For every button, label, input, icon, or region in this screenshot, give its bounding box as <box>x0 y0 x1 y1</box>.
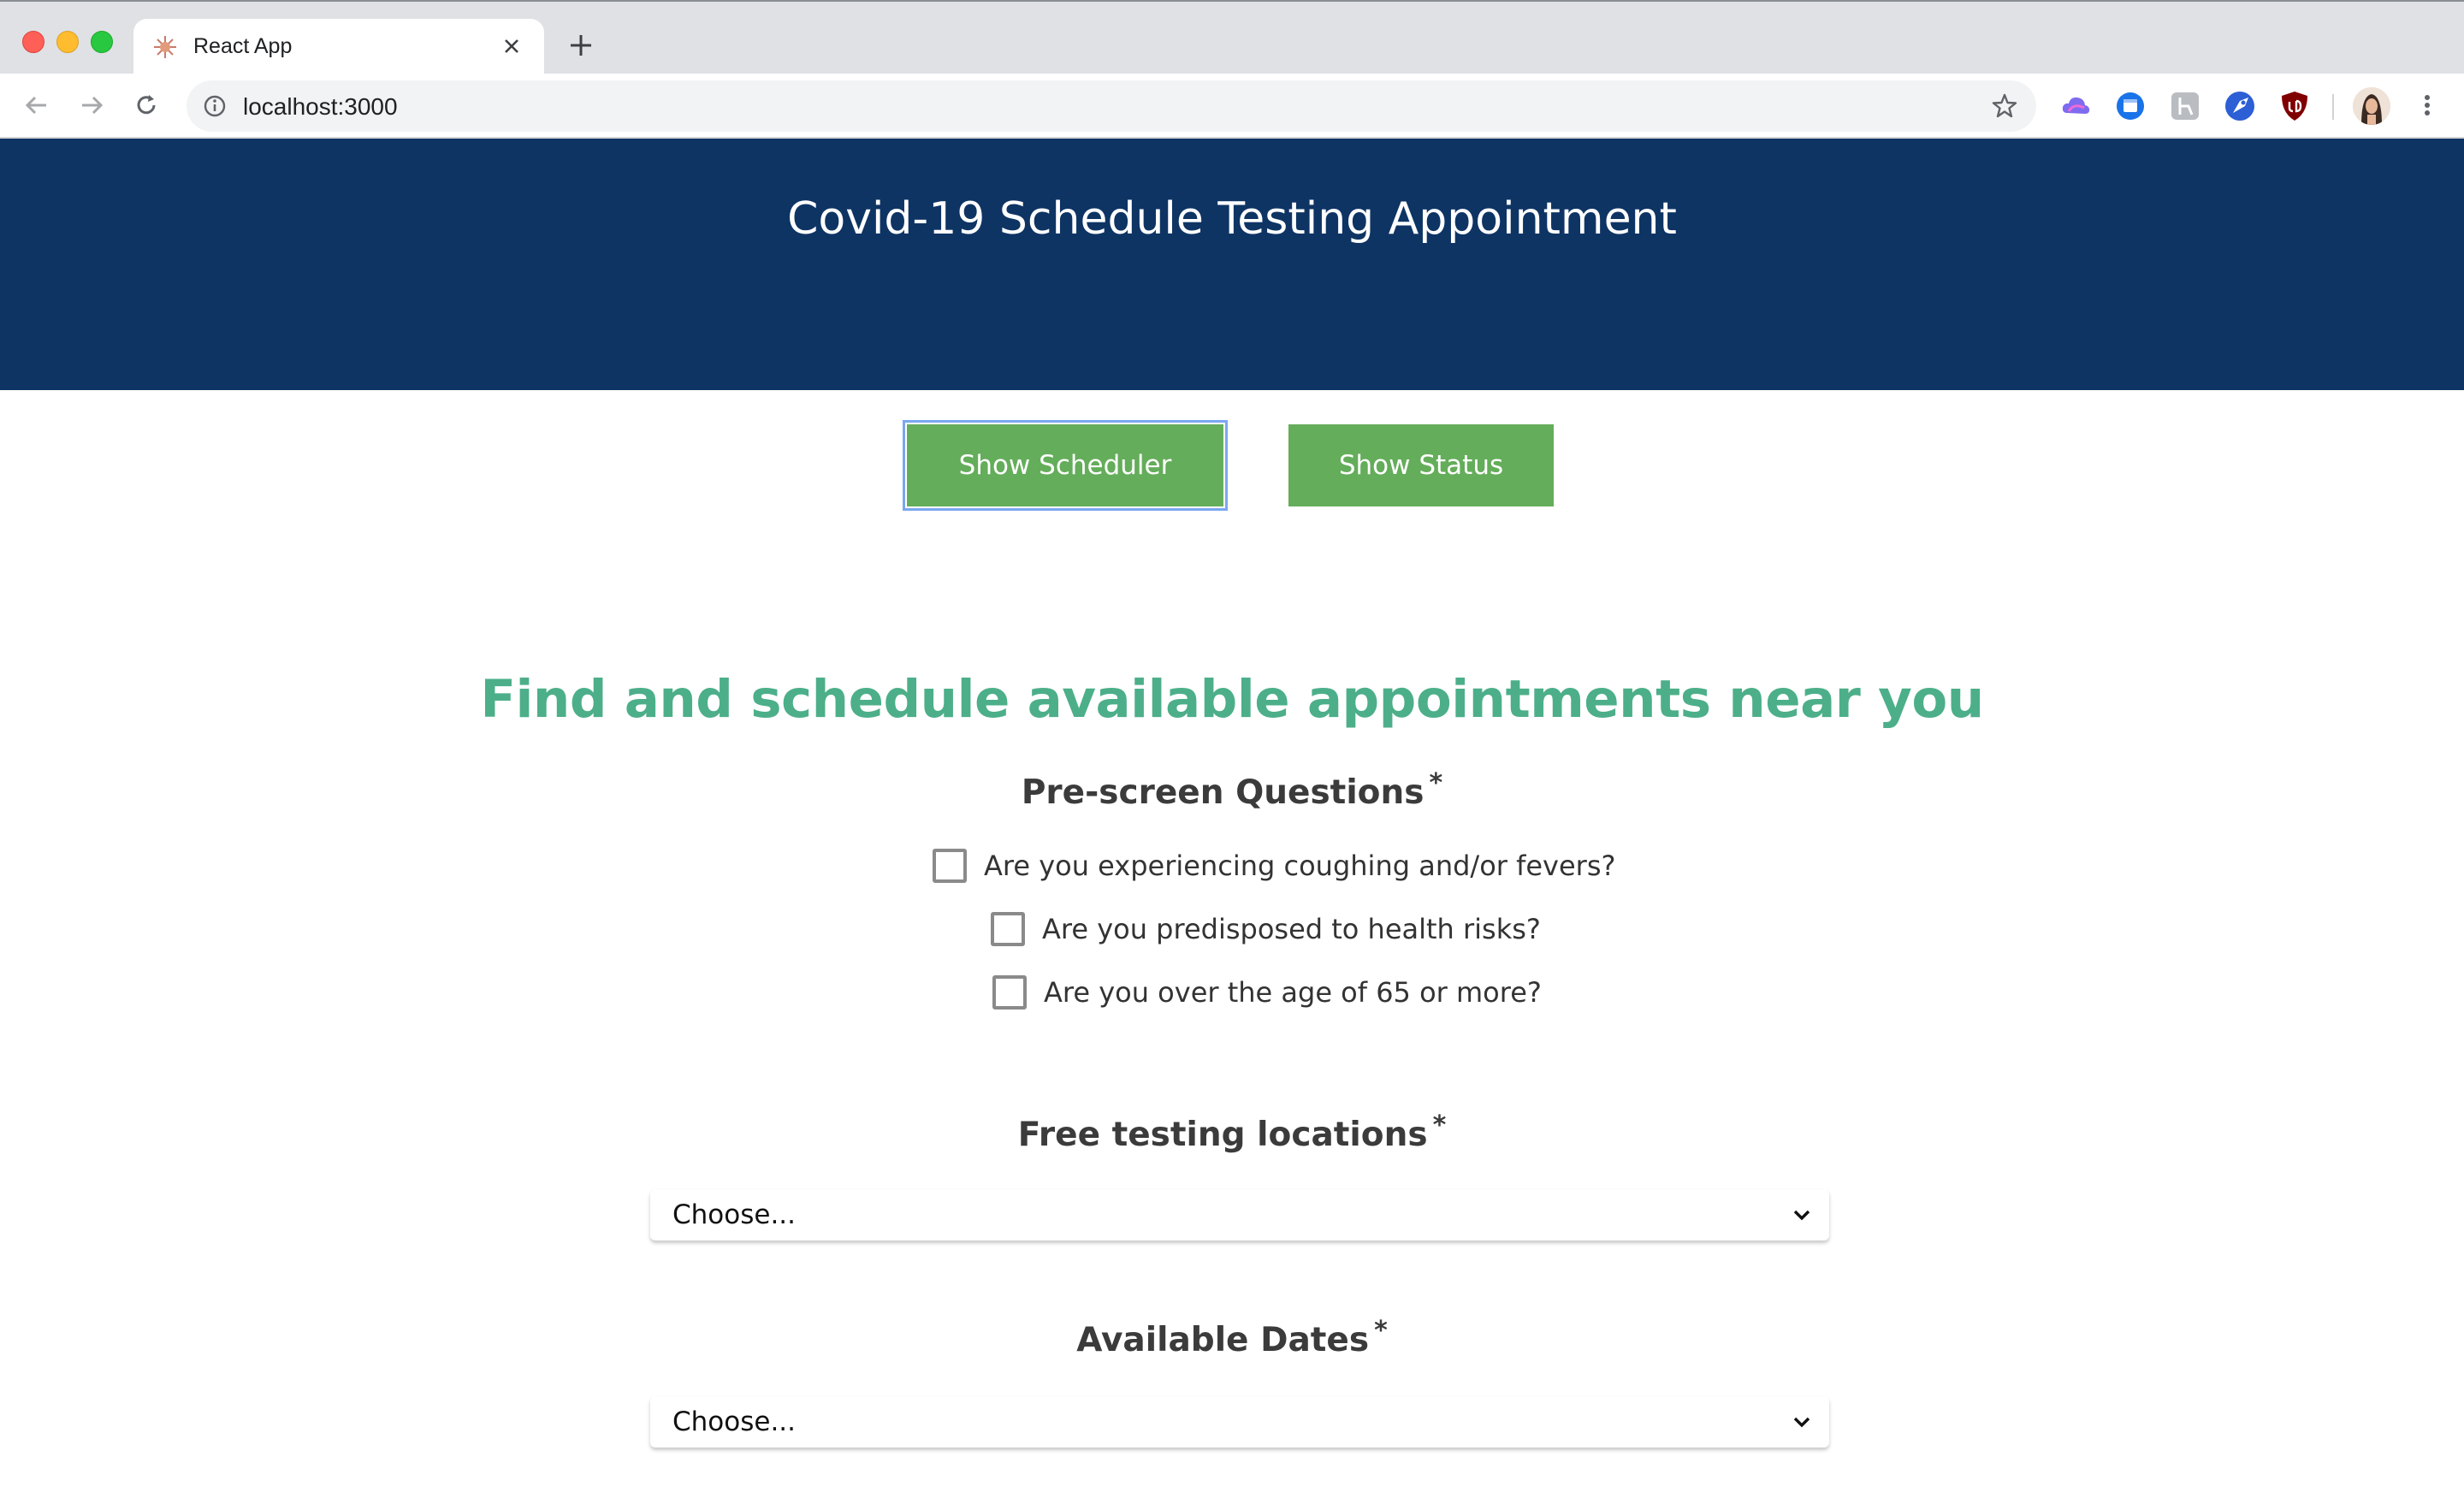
extension-rocket-icon[interactable] <box>2223 89 2257 123</box>
chevron-down-icon <box>1793 1210 1810 1221</box>
prescreen-section-title: Pre-screen Questions * <box>0 768 2464 812</box>
zoom-window-button[interactable] <box>91 31 113 53</box>
browser-menu-icon[interactable] <box>2413 91 2442 120</box>
browser-tab-strip: React App <box>0 0 2464 75</box>
question-label: Are you predisposed to health risks? <box>1042 913 1541 945</box>
extension-calendar-icon[interactable] <box>2113 89 2147 123</box>
chevron-down-icon <box>1793 1417 1810 1428</box>
forward-arrow-icon[interactable] <box>77 91 106 120</box>
age-checkbox[interactable] <box>992 975 1027 1010</box>
prescreen-title-text: Pre-screen Questions <box>1021 773 1424 812</box>
show-scheduler-button[interactable]: Show Scheduler <box>903 420 1228 511</box>
reload-icon[interactable] <box>132 91 161 120</box>
url-text: localhost:3000 <box>243 93 398 120</box>
site-info-icon[interactable] <box>202 93 228 119</box>
locations-title-text: Free testing locations <box>1017 1116 1428 1154</box>
tab-title: React App <box>193 34 293 58</box>
question-row-health-risks[interactable]: Are you predisposed to health risks? <box>991 909 1541 950</box>
dates-title-text: Available Dates <box>1076 1321 1370 1359</box>
react-favicon-icon <box>154 36 176 58</box>
select-value: Choose... <box>672 1406 797 1437</box>
dates-section-title: Available Dates * <box>0 1316 2464 1359</box>
coughing-checkbox[interactable] <box>933 849 967 883</box>
required-asterisk: * <box>1429 768 1443 798</box>
available-dates-select[interactable]: Choose... <box>650 1396 1829 1448</box>
avatar-image-icon <box>2353 87 2390 125</box>
testing-location-select[interactable]: Choose... <box>650 1189 1829 1241</box>
address-bar[interactable]: localhost:3000 <box>187 80 2036 132</box>
extension-gray-icon[interactable] <box>2168 89 2202 123</box>
select-value: Choose... <box>672 1199 797 1230</box>
close-window-button[interactable] <box>22 31 44 53</box>
browser-toolbar: localhost:3000 <box>0 74 2464 139</box>
toolbar-divider <box>2332 94 2334 120</box>
minimize-window-button[interactable] <box>56 31 79 53</box>
scheduler-headline: Find and schedule available appointments… <box>480 669 1984 730</box>
locations-section-title: Free testing locations * <box>0 1110 2464 1154</box>
app-header: Covid-19 Schedule Testing Appointment <box>0 139 2464 390</box>
page-title: Covid-19 Schedule Testing Appointment <box>787 193 1677 245</box>
extension-cloud-icon[interactable] <box>2058 89 2093 123</box>
question-row-age[interactable]: Are you over the age of 65 or more? <box>992 972 1542 1013</box>
browser-tab[interactable]: React App <box>133 19 544 75</box>
question-label: Are you experiencing coughing and/or fev… <box>984 850 1616 882</box>
question-row-coughing[interactable]: Are you experiencing coughing and/or fev… <box>933 845 1615 886</box>
new-tab-icon[interactable] <box>568 33 594 58</box>
required-asterisk: * <box>1374 1316 1388 1346</box>
close-tab-icon[interactable] <box>501 36 522 56</box>
question-label: Are you over the age of 65 or more? <box>1044 976 1542 1009</box>
show-status-button[interactable]: Show Status <box>1288 424 1554 506</box>
required-asterisk: * <box>1432 1110 1447 1140</box>
back-arrow-icon[interactable] <box>22 91 51 120</box>
health-risks-checkbox[interactable] <box>991 912 1025 946</box>
extension-shield-icon[interactable] <box>2277 89 2312 123</box>
bookmark-star-icon[interactable] <box>1990 92 2019 121</box>
profile-avatar[interactable] <box>2353 87 2390 125</box>
